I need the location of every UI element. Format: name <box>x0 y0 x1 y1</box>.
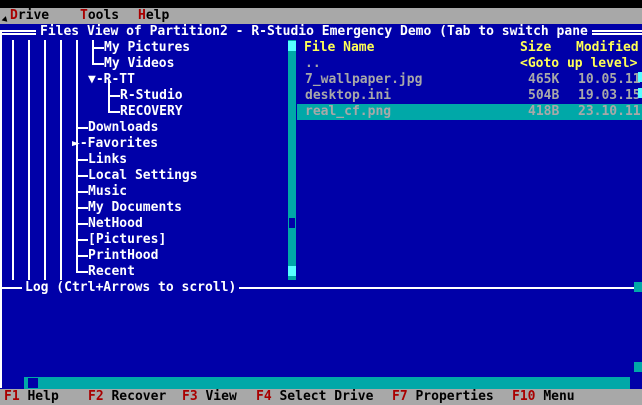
tree-guide-line <box>76 40 78 272</box>
scroll-thumb[interactable] <box>289 218 295 228</box>
tree-branch <box>76 223 88 225</box>
fkey-help[interactable]: F1 Help <box>4 389 59 405</box>
menu-help[interactable]: Help <box>138 8 169 24</box>
column-header-modified[interactable]: Modified <box>576 40 639 56</box>
file-modified: 10.05.11 <box>578 72 641 87</box>
tree-guide-line <box>60 40 62 280</box>
tree-item-r-tt[interactable]: ▼-R-TT <box>88 72 135 88</box>
tree-branch <box>108 95 120 97</box>
panel-title: Files View of Partition2 - R-Studio Emer… <box>36 24 592 40</box>
tree-guide-line <box>92 40 94 64</box>
log-horizontal-scrollbar[interactable] <box>24 377 630 389</box>
tree-branch <box>76 191 88 193</box>
tree-guide-line <box>12 40 14 280</box>
file-name: desktop.ini <box>305 88 392 103</box>
tree-item-music[interactable]: Music <box>88 184 127 200</box>
collapse-arrow-icon[interactable]: ▼ <box>88 72 96 87</box>
tree-item-my-videos[interactable]: My Videos <box>104 56 174 72</box>
tree-branch <box>76 127 88 129</box>
file-modified: 19.03.15 <box>578 88 641 103</box>
menu-tools[interactable]: Tools <box>80 8 119 24</box>
file-name: 7_wallpaper.jpg <box>305 72 423 87</box>
tree-branch <box>108 111 120 113</box>
file-name: real_cf.png <box>305 104 392 119</box>
scroll-down-arrow-icon[interactable] <box>288 266 296 276</box>
tree-item-nethood[interactable]: NetHood <box>88 216 143 232</box>
fkey-recover[interactable]: F2 Recover <box>88 389 166 405</box>
file-size: <Goto up level> <box>520 56 638 71</box>
expand-arrow-icon[interactable]: ► <box>72 136 80 151</box>
tree-guide-line <box>44 40 46 280</box>
hscroll-thumb[interactable] <box>28 378 38 388</box>
tree-item-my-documents[interactable]: My Documents <box>88 200 182 216</box>
top-strip <box>0 0 642 8</box>
tree-item-my-pictures[interactable]: My Pictures <box>104 40 190 56</box>
tree-item-recovery[interactable]: RECOVERY <box>120 104 183 120</box>
file-size: 418B <box>528 104 560 119</box>
fkey-properties[interactable]: F7 Properties <box>392 389 494 405</box>
tree-scrollbar[interactable] <box>288 40 296 280</box>
mouse-cursor-icon <box>1 16 10 24</box>
file-size: 504B <box>528 88 560 103</box>
file-row-real-cf-selected[interactable]: real_cf.png 418B 23.10.11 <box>297 104 642 120</box>
menu-bar: Drive Tools Help <box>0 8 642 24</box>
column-header-file-name[interactable]: File Name <box>304 40 374 56</box>
scroll-up-arrow-icon[interactable] <box>288 41 296 51</box>
file-name: .. <box>305 56 321 71</box>
tree-item-recent[interactable]: Recent <box>88 264 135 280</box>
log-label: Log (Ctrl+Arrows to scroll) <box>22 280 240 296</box>
frame-left-border <box>0 30 2 388</box>
fkey-view[interactable]: F3 View <box>182 389 237 405</box>
log-scroll-down-icon[interactable] <box>634 362 642 372</box>
tree-item-favorites[interactable]: ►-Favorites <box>72 136 158 152</box>
fkey-menu[interactable]: F10 Menu <box>512 389 575 405</box>
tree-branch <box>76 255 88 257</box>
file-size: 465K <box>528 72 560 87</box>
tree-branch <box>76 239 88 241</box>
fkey-select-drive[interactable]: F4 Select Drive <box>256 389 373 405</box>
tree-branch <box>76 159 88 161</box>
r-studio-screen: Drive Tools Help Files View of Partition… <box>0 0 642 405</box>
tree-item-links[interactable]: Links <box>88 152 127 168</box>
column-header-size[interactable]: Size <box>520 40 551 56</box>
tree-branch <box>76 207 88 209</box>
file-row-desktop-ini[interactable]: desktop.ini 504B 19.03.15 <box>297 88 642 104</box>
tree-guide-line <box>28 40 30 280</box>
tree-item-pictures[interactable]: [Pictures] <box>88 232 166 248</box>
file-row-7-wallpaper[interactable]: 7_wallpaper.jpg 465K 10.05.11 <box>297 72 642 88</box>
right-scroll-indicator <box>638 72 642 82</box>
tree-item-r-studio[interactable]: R-Studio <box>120 88 183 104</box>
function-key-bar: F1 Help F2 Recover F3 View F4 Select Dri… <box>0 389 642 405</box>
tree-branch <box>92 47 104 49</box>
log-scroll-up-icon[interactable] <box>634 282 642 292</box>
tree-branch <box>76 271 88 273</box>
file-modified: 23.10.11 <box>578 104 641 119</box>
tree-item-printhood[interactable]: PrintHood <box>88 248 158 264</box>
file-row-up-level[interactable]: .. <Goto up level> <box>297 56 642 72</box>
tree-item-downloads[interactable]: Downloads <box>88 120 158 136</box>
menu-drive[interactable]: Drive <box>10 8 49 24</box>
right-scroll-indicator <box>638 88 642 98</box>
tree-item-local-settings[interactable]: Local Settings <box>88 168 198 184</box>
tree-branch <box>76 175 88 177</box>
tree-branch <box>92 63 104 65</box>
